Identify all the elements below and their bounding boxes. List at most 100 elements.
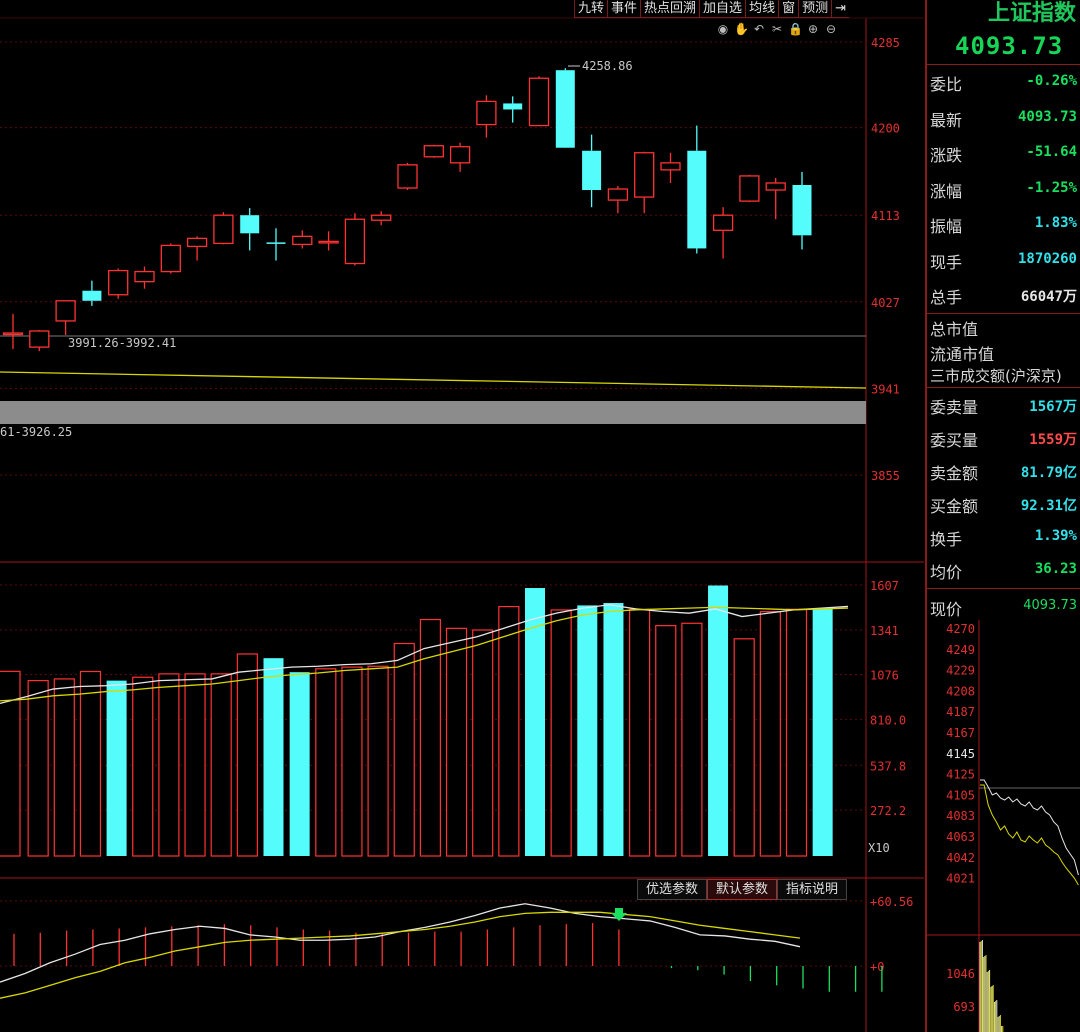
candle-body-up (29, 330, 50, 348)
eye-icon[interactable]: ◉ (716, 22, 730, 36)
candle-body-up (292, 235, 313, 246)
order-stat-value: 1567万 (1029, 399, 1077, 415)
candle-body-up (186, 237, 208, 248)
candle-body-down (82, 290, 102, 301)
forecast-button[interactable]: 预测 (798, 0, 832, 18)
lock-icon[interactable]: 🔒 (788, 22, 803, 36)
volume-bar (132, 676, 154, 857)
quote-stat-row: 振幅 1.83% (927, 207, 1080, 242)
quote-stat-row: 委比 -0.26% (927, 65, 1080, 100)
order-stat-label: 买金额 (930, 497, 979, 516)
quote-stat-value: -0.26% (1026, 73, 1077, 89)
volume-unit-label: X10 (868, 841, 890, 855)
zoom-out-icon[interactable]: ⊖ (824, 22, 838, 36)
mini-price-axis-label: 4208 (946, 684, 975, 698)
candle-body-down (240, 215, 260, 234)
volume-bar (472, 629, 494, 857)
volume-bar (393, 642, 415, 857)
order-stat-value: 1.39% (1034, 528, 1077, 544)
default-params-button[interactable]: 默认参数 (707, 879, 778, 900)
volume-bar (341, 666, 363, 857)
order-stat-label: 卖金额 (930, 464, 979, 483)
volume-bar (367, 665, 389, 857)
order-stat-value: 36.23 (1034, 561, 1077, 577)
quote-stat-value: 1870260 (1017, 250, 1077, 267)
mini-price-axis-label: 4249 (946, 643, 975, 657)
chart-toolbar: 九转 事件 热点回溯 加自选 均线 窗 预测 ⇥ (574, 0, 850, 18)
quote-stat-value: 66047万 (1020, 289, 1077, 305)
quote-stat-row: 最新 4093.73 (927, 101, 1080, 136)
index-name: 上证指数 (987, 0, 1076, 26)
hotspot-review-button[interactable]: 热点回溯 (640, 0, 700, 18)
price-axis-label: 4113 (871, 209, 900, 223)
volume-bar (525, 588, 545, 856)
events-button[interactable]: 事件 (607, 0, 641, 18)
turnover-three-markets-label: 三市成交额(沪深京) (930, 367, 1062, 385)
mini-price-axis-label: 4125 (946, 768, 975, 782)
candle-body-up (739, 175, 760, 202)
quote-stat-row: 涨跌 -51.64 (927, 136, 1080, 171)
zoom-in-icon[interactable]: ⊕ (806, 22, 820, 36)
scissors-icon[interactable]: ✂ (770, 22, 784, 36)
indicator-help-button[interactable]: 指标说明 (777, 879, 848, 900)
candle-body-up (607, 188, 629, 201)
window-button[interactable]: 窗 (778, 0, 799, 18)
volume-bar (785, 608, 808, 857)
mini-price-axis-label: 4083 (946, 809, 975, 823)
quote-stat-value: 4093.73 (1017, 108, 1077, 125)
optimal-params-button[interactable]: 优选参数 (637, 879, 708, 900)
volume-bar (759, 611, 781, 857)
float-market-cap-label: 流通市值 (930, 345, 995, 364)
volume-bar (184, 673, 206, 857)
gap-annotation-1: 3991.26-3992.41 (68, 336, 176, 350)
moving-average-button[interactable]: 均线 (745, 0, 779, 18)
mini-intraday-chart[interactable]: 现价 4093.73 4270 4249 4229 4208 4187 4167 4145 4… (927, 590, 1080, 1032)
divider (927, 313, 1080, 314)
kline-chart-area[interactable]: 4285 4200 4113 4027 3941 3855 4258.86 3991.26-3… (0, 0, 925, 1032)
mini-price-line (980, 779, 1079, 876)
quote-stat-label: 最新 (930, 110, 963, 130)
kline-chart-svg[interactable]: 4285 4200 4113 4027 3941 3855 4258.86 3991.26-3… (0, 0, 925, 1032)
volume-bar (733, 638, 755, 857)
quote-stat-value: -1.25% (1026, 179, 1077, 196)
candle-body-up (371, 214, 392, 221)
candle-body-up (134, 270, 155, 283)
quote-stat-label: 委比 (930, 75, 963, 94)
price-axis-label: 4027 (871, 296, 900, 310)
volume-bar (498, 605, 520, 857)
hand-icon[interactable]: ✋ (734, 22, 749, 36)
macd-axis-label: +60.56 (870, 895, 913, 909)
add-watchlist-button[interactable]: 加自选 (699, 0, 746, 18)
volume-axis-label: 1607 (870, 579, 899, 593)
long-moving-average-line (0, 371, 867, 389)
quote-stat-label: 总手 (930, 288, 963, 307)
undo-icon[interactable]: ↶ (752, 22, 766, 36)
candle-body-up (476, 100, 497, 126)
candle-body-down (792, 184, 812, 236)
volume-bar (445, 627, 468, 857)
mini-price-axis-label: 4042 (946, 851, 975, 865)
quote-stat-value: -51.64 (1026, 144, 1077, 160)
jiuzhuan-button[interactable]: 九转 (574, 0, 608, 18)
volume-bar (628, 608, 651, 857)
candle-body-down (503, 103, 523, 110)
volume-bar (27, 680, 49, 857)
macd-dif-line (0, 903, 801, 983)
order-stat-value: 1559万 (1029, 432, 1077, 448)
high-price-annotation: 4258.86 (582, 59, 633, 73)
volume-bar (79, 670, 102, 857)
price-axis-label: 4285 (871, 36, 900, 50)
volume-bar (681, 622, 703, 857)
index-price: 4093.73 (955, 32, 1064, 60)
volume-axis-label: 537.8 (870, 759, 906, 773)
macd-dea-line (0, 911, 801, 999)
mini-price-axis-label: 4145 (946, 747, 975, 761)
quote-stat-label: 现手 (930, 252, 963, 272)
candle-body-up (318, 240, 339, 244)
total-market-cap-label: 总市值 (930, 320, 979, 339)
collapse-arrow-icon[interactable]: ⇥ (831, 0, 850, 18)
candle-body-up (55, 300, 76, 322)
mini-average-line (980, 784, 1079, 886)
indicator-param-bar: 优选参数 默认参数 指标说明 (637, 879, 848, 900)
candle-body-up (634, 152, 655, 198)
